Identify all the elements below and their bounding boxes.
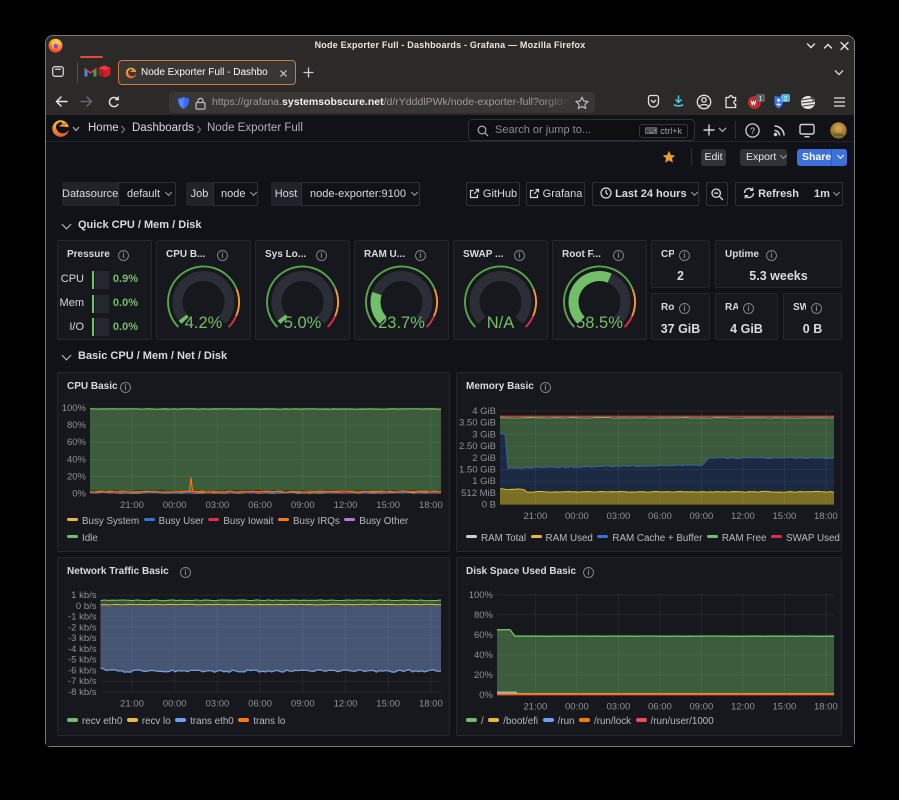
svg-text:12:00: 12:00 [731,702,755,713]
svg-text:512 MiB: 512 MiB [461,488,496,499]
svg-text:20%: 20% [67,472,87,483]
svg-text:18:00: 18:00 [419,699,443,710]
svg-text:100%: 100% [469,590,494,601]
svg-text:15:00: 15:00 [376,699,400,710]
svg-text:00:00: 00:00 [565,702,589,713]
svg-text:58.5%: 58.5% [576,314,623,332]
svg-text:12:00: 12:00 [334,699,358,710]
svg-text:15:00: 15:00 [376,500,400,511]
svg-text:-6 kb/s: -6 kb/s [68,666,97,677]
svg-text:06:00: 06:00 [648,702,672,713]
svg-text:06:00: 06:00 [648,511,672,522]
svg-text:23.7%: 23.7% [378,314,425,332]
svg-text:18:00: 18:00 [814,511,838,522]
svg-text:00:00: 00:00 [163,500,187,511]
svg-text:4.2%: 4.2% [185,314,223,332]
svg-text:03:00: 03:00 [206,699,230,710]
svg-text:-2 kb/s: -2 kb/s [68,622,97,633]
svg-text:09:00: 09:00 [291,699,315,710]
svg-text:-5 kb/s: -5 kb/s [68,655,97,666]
svg-text:4 GiB: 4 GiB [472,406,496,417]
svg-text:60%: 60% [474,630,494,641]
svg-text:09:00: 09:00 [291,500,315,511]
svg-text:-1 kb/s: -1 kb/s [68,612,97,623]
svg-text:15:00: 15:00 [773,511,797,522]
svg-text:18:00: 18:00 [419,500,443,511]
svg-text:0 b/s: 0 b/s [76,601,97,612]
svg-text:09:00: 09:00 [690,511,714,522]
svg-text:1: 1 [759,96,763,103]
svg-text:0%: 0% [479,690,493,701]
svg-text:40%: 40% [474,650,494,661]
svg-text:1.50 GiB: 1.50 GiB [459,464,496,475]
svg-text:21:00: 21:00 [120,699,144,710]
svg-text:2.50 GiB: 2.50 GiB [459,441,496,452]
svg-text:21:00: 21:00 [120,500,144,511]
svg-text:40%: 40% [67,454,87,465]
svg-text:06:00: 06:00 [248,500,272,511]
svg-text:21:00: 21:00 [524,702,548,713]
svg-text:0%: 0% [72,489,86,500]
svg-text:20%: 20% [474,670,494,681]
svg-text:15:00: 15:00 [773,702,797,713]
svg-text:2 GiB: 2 GiB [472,453,496,464]
svg-text:0 B: 0 B [482,500,496,511]
svg-text:80%: 80% [67,420,87,431]
svg-text:-7 kb/s: -7 kb/s [68,676,97,687]
svg-text:-3 kb/s: -3 kb/s [68,633,97,644]
svg-text:3.50 GiB: 3.50 GiB [459,418,496,429]
svg-text:1 GiB: 1 GiB [472,476,496,487]
svg-text:06:00: 06:00 [248,699,272,710]
svg-text:09:00: 09:00 [690,702,714,713]
svg-text:80%: 80% [474,610,494,621]
svg-text:1 kb/s: 1 kb/s [71,590,97,601]
svg-text:100%: 100% [62,403,87,414]
svg-text:03:00: 03:00 [206,500,230,511]
svg-text:N/A: N/A [487,314,515,332]
svg-text:03:00: 03:00 [607,511,631,522]
svg-text:12:00: 12:00 [334,500,358,511]
svg-text:-4 kb/s: -4 kb/s [68,644,97,655]
svg-text:00:00: 00:00 [565,511,589,522]
svg-text:?: ? [750,126,755,136]
svg-text:5.0%: 5.0% [284,314,322,332]
svg-text:-8 kb/s: -8 kb/s [68,687,97,698]
svg-text:2: 2 [784,96,788,103]
svg-text:21:00: 21:00 [524,511,548,522]
svg-text:12:00: 12:00 [731,511,755,522]
svg-text:03:00: 03:00 [607,702,631,713]
svg-text:18:00: 18:00 [814,702,838,713]
svg-text:00:00: 00:00 [163,699,187,710]
svg-text:3 GiB: 3 GiB [472,429,496,440]
svg-text:60%: 60% [67,437,87,448]
